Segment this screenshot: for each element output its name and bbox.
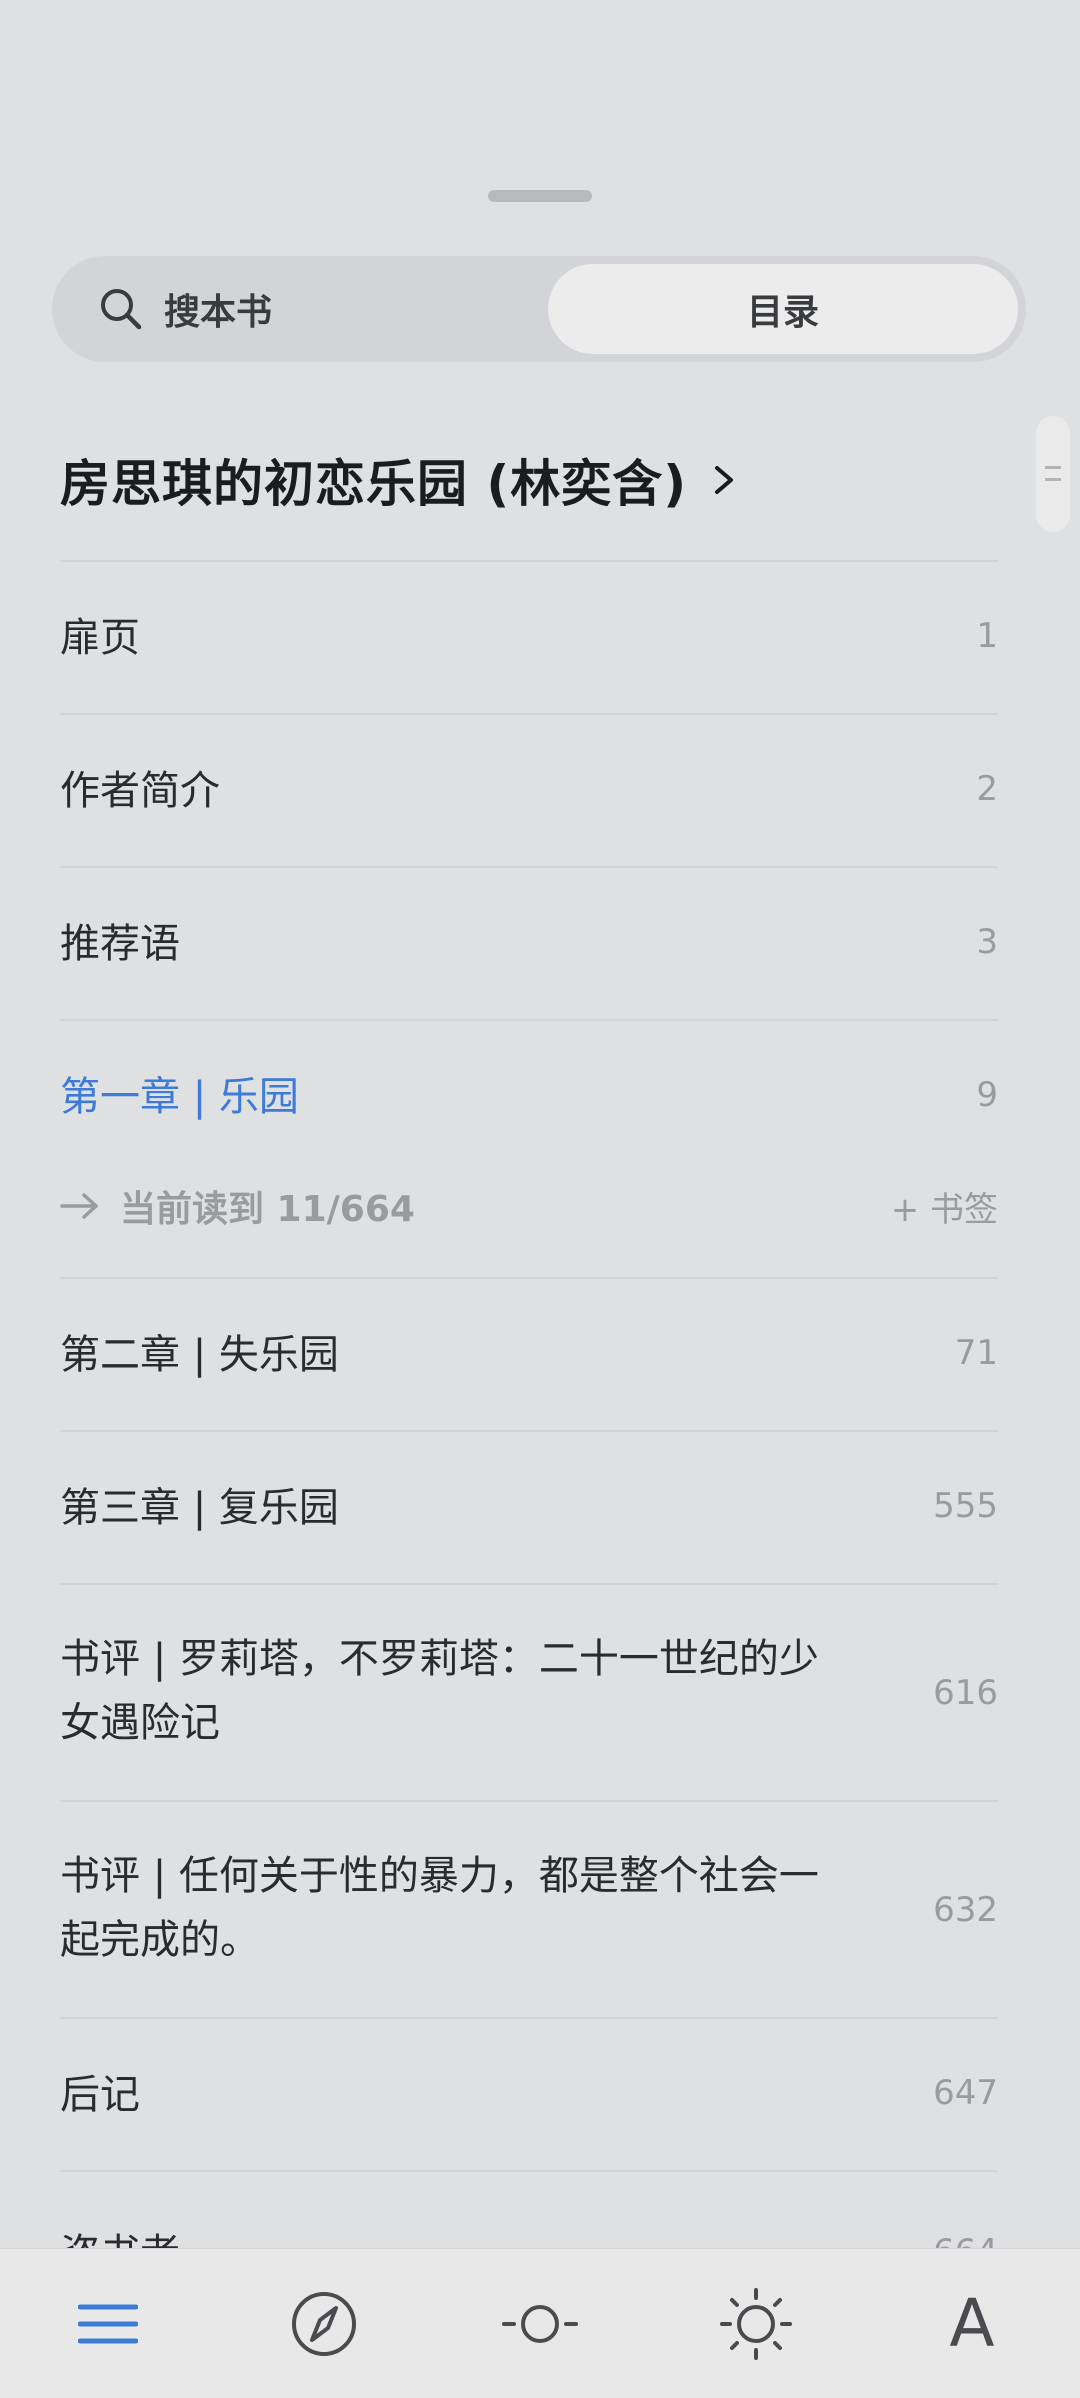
toc-item-page: 3 (976, 922, 998, 962)
fast-scroll-handle[interactable] (1036, 416, 1070, 532)
toc-item-title: 书评 | 罗莉塔，不罗莉塔：二十一世纪的少女遇险记 (60, 1636, 819, 1746)
toc-item-page: 647 (933, 2073, 998, 2113)
search-icon (101, 289, 142, 330)
toc-item[interactable]: 作者简介 2 (60, 713, 998, 866)
toc-item-title: 书评 | 任何关于性的暴力，都是整个社会一起完成的。 (60, 1853, 819, 1963)
toc-item-title: 第二章 | 失乐园 (60, 1332, 339, 1378)
toc-item-page: 1 (976, 616, 998, 656)
toc-item-page: 555 (933, 1486, 998, 1526)
toc-item[interactable]: 扉页 1 (60, 560, 998, 713)
toc-item-page: 2 (976, 769, 998, 809)
tab-toc[interactable]: 目录 (548, 264, 1018, 354)
toc-item[interactable]: 第二章 | 失乐园 71 (60, 1277, 998, 1430)
book-title: 房思琪的初恋乐园 (林奕含) (60, 455, 688, 513)
brightness-up-button[interactable] (648, 2249, 864, 2398)
reading-progress: 当前读到 11/664 + 书签 (60, 1181, 998, 1231)
tab-toc-label: 目录 (746, 292, 819, 333)
toc-item-page: 9 (976, 1075, 998, 1115)
toc-item[interactable]: 推荐语 3 (60, 866, 998, 1019)
toc-list: 扉页 1 作者简介 2 推荐语 3 第一章 | 乐园 9 当前读到 11/664… (60, 560, 998, 2277)
drag-handle[interactable] (488, 190, 592, 202)
toc-item-title: 扉页 (60, 615, 140, 661)
toc-panel: 搜本书 目录 房思琪的初恋乐园 (林奕含) 扉页 1 作者简介 2 推荐语 3 … (0, 0, 1080, 2398)
font-settings-button[interactable]: A (864, 2249, 1080, 2398)
menu-icon (78, 2304, 138, 2344)
brightness-high-icon (720, 2288, 792, 2360)
toc-item-page: 632 (933, 1890, 998, 1930)
brightness-low-icon (502, 2305, 578, 2343)
toc-item-title: 第三章 | 复乐园 (60, 1485, 339, 1531)
explore-button[interactable] (216, 2249, 432, 2398)
toc-item-current[interactable]: 第一章 | 乐园 9 当前读到 11/664 + 书签 (60, 1019, 998, 1277)
book-title-link[interactable]: 房思琪的初恋乐园 (林奕含) (60, 440, 739, 520)
reading-progress-text: 当前读到 11/664 (120, 1189, 415, 1230)
toc-item-title: 作者简介 (60, 768, 220, 814)
search-toc-switch: 搜本书 目录 (52, 256, 1026, 362)
arrow-right-icon (60, 1193, 98, 1219)
toc-item-page: 71 (954, 1333, 998, 1373)
font-icon: A (949, 2285, 995, 2362)
bottom-toolbar: A (0, 2248, 1080, 2398)
add-bookmark-button[interactable]: + 书签 (891, 1182, 998, 1231)
tab-search-label: 搜本书 (164, 292, 273, 333)
toc-item-title: 推荐语 (60, 921, 180, 967)
toc-item-title: 后记 (60, 2072, 140, 2118)
toc-item-title: 第一章 | 乐园 (60, 1074, 299, 1120)
toc-item[interactable]: 书评 | 任何关于性的暴力，都是整个社会一起完成的。 632 (60, 1800, 998, 2017)
tab-search[interactable]: 搜本书 (52, 256, 542, 362)
toc-item[interactable]: 后记 647 (60, 2017, 998, 2170)
chevron-right-icon (715, 466, 734, 494)
toc-menu-button[interactable] (0, 2249, 216, 2398)
toc-item[interactable]: 第三章 | 复乐园 555 (60, 1430, 998, 1583)
brightness-down-button[interactable] (432, 2249, 648, 2398)
compass-icon (292, 2292, 356, 2356)
toc-item-page: 616 (933, 1673, 998, 1713)
toc-item[interactable]: 书评 | 罗莉塔，不罗莉塔：二十一世纪的少女遇险记 616 (60, 1583, 998, 1800)
